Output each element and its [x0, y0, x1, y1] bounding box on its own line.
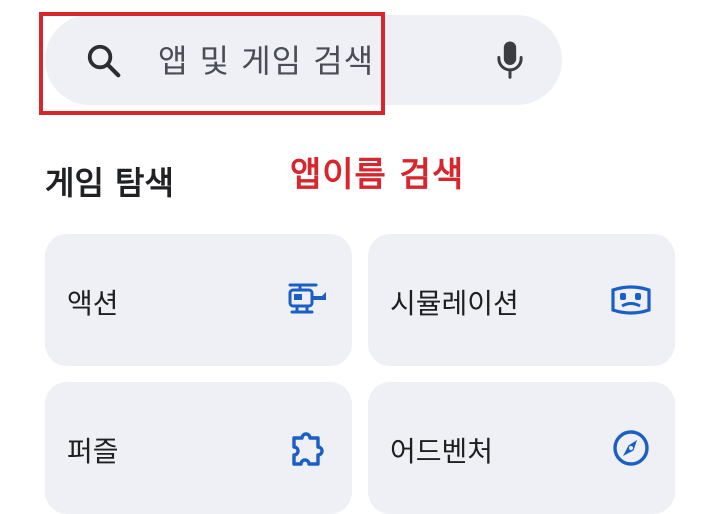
category-card-puzzle[interactable]: 퍼즐 — [45, 382, 352, 514]
vr-headset-icon — [611, 285, 651, 315]
category-card-simulation[interactable]: 시뮬레이션 — [368, 234, 675, 366]
category-card-action[interactable]: 액션 — [45, 234, 352, 366]
annotation-label: 앱이름 검색 — [290, 155, 465, 195]
category-label: 어드벤처 — [390, 435, 494, 468]
section-title: 게임 탐색 — [45, 164, 174, 202]
category-label: 시뮬레이션 — [390, 287, 519, 320]
puzzle-piece-icon — [292, 432, 324, 466]
compass-icon — [613, 430, 649, 466]
search-highlight-box — [39, 12, 385, 115]
helicopter-icon — [288, 283, 326, 314]
microphone-icon[interactable] — [495, 39, 525, 81]
category-label: 액션 — [67, 287, 119, 320]
category-card-adventure[interactable]: 어드벤처 — [368, 382, 675, 514]
category-label: 퍼즐 — [67, 435, 119, 468]
